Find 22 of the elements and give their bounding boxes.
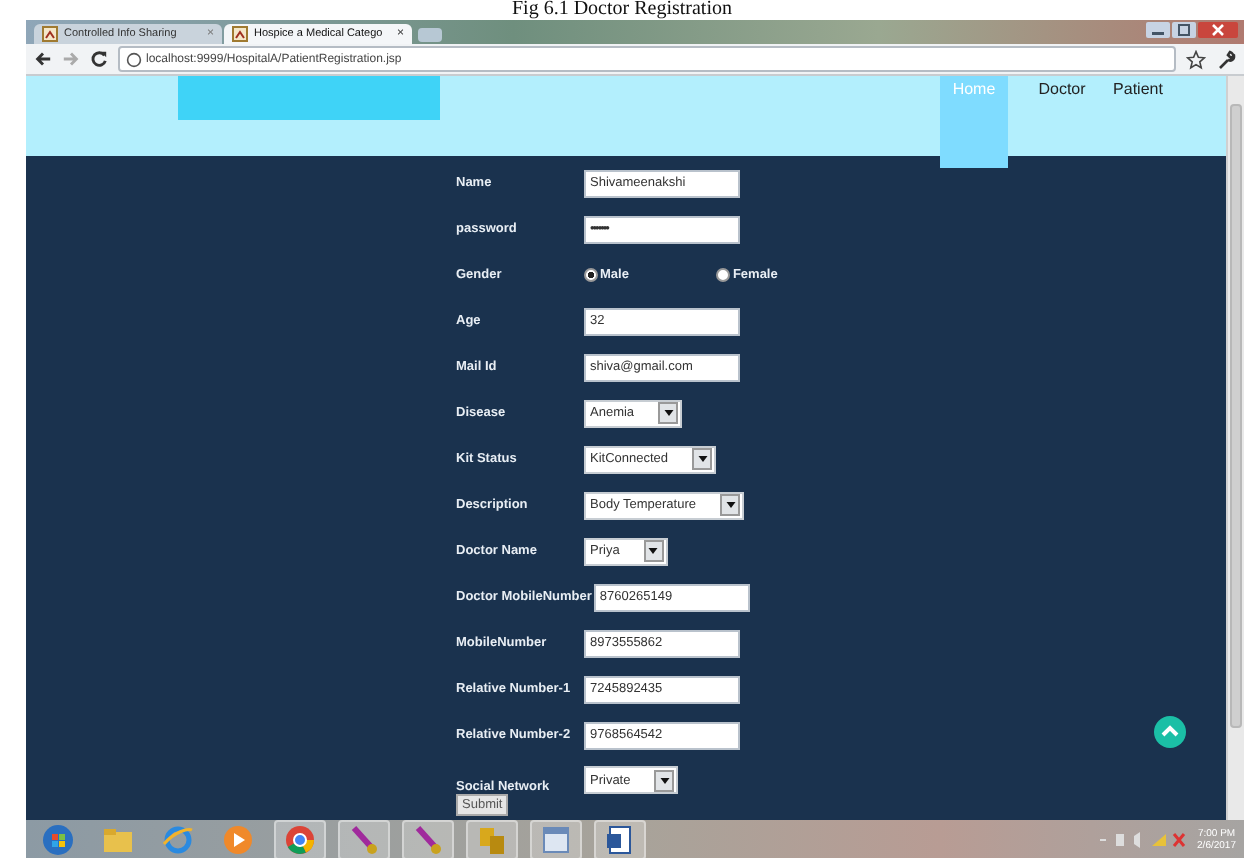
document-icon[interactable] — [594, 819, 646, 858]
window-icon[interactable] — [530, 819, 582, 858]
nav-link[interactable]: Doctor — [1024, 76, 1100, 168]
folders-icon[interactable] — [466, 819, 518, 858]
reload-icon[interactable] — [90, 50, 108, 68]
scroll-top-button[interactable] — [1154, 716, 1186, 748]
page-icon — [42, 26, 58, 42]
close-button[interactable] — [1198, 22, 1238, 38]
figure-caption: Fig 6.1 Doctor Registration — [510, 0, 734, 20]
nav-link[interactable]: Patient — [1100, 76, 1176, 168]
feather-icon[interactable] — [402, 819, 454, 858]
page-icon — [232, 26, 248, 42]
scrollbar[interactable] — [1226, 76, 1244, 820]
wrench-icon[interactable] — [1216, 49, 1236, 69]
star-icon[interactable] — [1186, 49, 1206, 69]
chrome-icon[interactable] — [274, 819, 326, 858]
maximize-button[interactable] — [1172, 22, 1196, 38]
feather-icon[interactable] — [338, 819, 390, 858]
globe-icon — [126, 51, 142, 67]
back-icon[interactable] — [34, 50, 52, 68]
tray-icons-drawing — [1097, 829, 1186, 849]
minimize-button[interactable] — [1146, 22, 1170, 38]
